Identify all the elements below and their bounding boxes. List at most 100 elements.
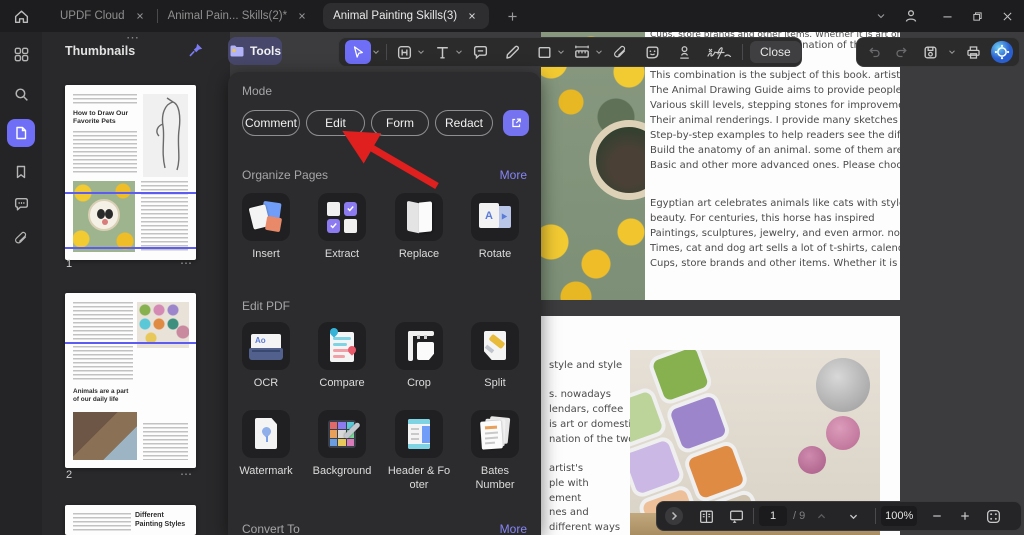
undo-button[interactable]	[862, 40, 886, 64]
text-tool-button[interactable]	[430, 40, 454, 64]
sidebar-item-thumbnails[interactable]	[7, 119, 35, 147]
highlight-tool-dropdown[interactable]	[416, 40, 426, 64]
shape-tool-dropdown[interactable]	[556, 40, 566, 64]
sidebar-item-comments[interactable]	[7, 190, 35, 218]
collapse-bar-button[interactable]	[662, 504, 686, 528]
tab-updf-cloud[interactable]: UPDF Cloud	[60, 9, 147, 23]
rectangle-icon	[536, 44, 553, 61]
page-layout-button[interactable]	[694, 504, 718, 528]
tool-rotate[interactable]: A	[471, 193, 519, 241]
tab-animal-skills-2[interactable]: Animal Pain... Skills(2)*	[168, 9, 310, 23]
tab-close-icon[interactable]	[133, 9, 147, 23]
pdf-page-1[interactable]: Cups, store brands and other items. Whet…	[541, 32, 900, 300]
text-tool-dropdown[interactable]	[454, 40, 464, 64]
pin-icon[interactable]	[188, 42, 204, 58]
next-page-button[interactable]	[843, 504, 863, 528]
tool-split[interactable]	[471, 322, 519, 370]
bottombar-divider	[753, 508, 754, 524]
close-toolbar-button[interactable]: Close	[750, 41, 801, 63]
tool-background[interactable]	[318, 410, 366, 458]
tool-insert[interactable]	[242, 193, 290, 241]
page-navigation-bar: 1 / 9 100%	[656, 501, 1022, 531]
window-minimize-button[interactable]	[932, 1, 962, 31]
tool-watermark[interactable]	[242, 410, 290, 458]
tool-compare[interactable]	[318, 322, 366, 370]
home-button[interactable]	[6, 1, 36, 31]
sidebar-item-apps[interactable]	[7, 40, 35, 68]
thumbnail-page-1[interactable]: How to Draw Our Favorite Pets	[65, 85, 196, 260]
page1-paragraph-1: This combination is the subject of this …	[650, 68, 900, 173]
tab-close-icon[interactable]	[295, 9, 309, 23]
fit-screen-button[interactable]	[981, 504, 1005, 528]
mode-edit-button[interactable]: Edit	[306, 110, 365, 136]
select-tool-dropdown[interactable]	[371, 40, 381, 64]
convert-more-link[interactable]: More	[500, 522, 527, 535]
comment-tool-button[interactable]	[468, 40, 492, 64]
tool-extract[interactable]	[318, 193, 366, 241]
sidebar-item-attachments[interactable]	[7, 224, 35, 252]
thumb1-menu-button[interactable]: ⋯	[180, 256, 193, 270]
measure-tool-button[interactable]	[570, 40, 594, 64]
tool-bates-number[interactable]	[471, 410, 519, 458]
select-tool-button[interactable]	[345, 40, 371, 64]
sticker-icon	[644, 44, 661, 61]
page2-fragment: ement	[549, 493, 581, 504]
mode-redact-button[interactable]: Redact	[435, 110, 493, 136]
window-restore-button[interactable]	[962, 1, 992, 31]
presentation-button[interactable]	[724, 504, 748, 528]
page-number-input[interactable]: 1	[759, 506, 787, 526]
previous-page-button[interactable]	[811, 504, 831, 528]
thumb2-menu-button[interactable]: ⋯	[180, 467, 193, 481]
sidebar-item-bookmarks[interactable]	[7, 158, 35, 186]
measure-tool-dropdown[interactable]	[594, 40, 604, 64]
tab-animal-skills-3[interactable]: Animal Painting Skills(3)	[323, 3, 489, 29]
mode-form-button[interactable]: Form	[371, 110, 429, 136]
updf-window: Cups, store brands and other items. Whet…	[0, 0, 1024, 535]
updf-ai-button[interactable]	[990, 40, 1014, 64]
tab-close-icon[interactable]	[465, 9, 479, 23]
new-tab-button[interactable]	[497, 1, 527, 31]
attach-tool-button[interactable]	[608, 40, 632, 64]
convert-to-label: Convert To	[242, 522, 300, 535]
split-icon	[471, 322, 519, 370]
thumbnail-page-3[interactable]: Different Painting Styles	[65, 505, 196, 535]
organize-more-link[interactable]: More	[500, 168, 527, 182]
save-dropdown[interactable]	[947, 40, 957, 64]
signature-tool-button[interactable]	[704, 40, 734, 64]
tool-replace[interactable]	[395, 193, 443, 241]
bates-number-icon	[471, 410, 519, 458]
highlight-tool-button[interactable]	[392, 40, 416, 64]
annotation-toolbar: Close	[338, 37, 802, 67]
zoom-level-input[interactable]: 100%	[881, 506, 917, 526]
stamp-tool-button[interactable]	[672, 40, 696, 64]
toolbar-divider	[742, 44, 743, 60]
redo-button[interactable]	[890, 40, 914, 64]
account-button[interactable]	[896, 1, 926, 31]
sidebar-item-search[interactable]	[7, 80, 35, 108]
zoom-out-button[interactable]	[925, 504, 949, 528]
page1-paragraph-2: Egyptian art celebrates animals like cat…	[650, 196, 900, 271]
search-icon	[13, 86, 30, 103]
page1-viewport-rect[interactable]	[65, 192, 196, 249]
tool-bates-number-label: Bates Number	[457, 465, 533, 493]
tool-replace-label: Replace	[381, 248, 457, 262]
zoom-in-button[interactable]	[953, 504, 977, 528]
window-close-button[interactable]	[992, 1, 1022, 31]
save-icon	[922, 44, 939, 61]
two-page-view-icon	[698, 508, 715, 525]
pop-out-button[interactable]	[503, 110, 529, 136]
tool-crop[interactable]	[395, 322, 443, 370]
pen-tool-button[interactable]	[500, 40, 524, 64]
titlebar-dropdown-button[interactable]	[866, 1, 896, 31]
thumbnail-page-2[interactable]: Animals are a part of our daily life	[65, 293, 196, 468]
sticker-tool-button[interactable]	[640, 40, 664, 64]
print-button[interactable]	[962, 40, 986, 64]
tool-ocr[interactable]: Ao	[242, 322, 290, 370]
tab-divider	[157, 9, 158, 23]
shape-tool-button[interactable]	[532, 40, 556, 64]
tools-button[interactable]: Tools	[228, 37, 282, 65]
mode-comment-button[interactable]: Comment	[242, 110, 300, 136]
page2-viewport-rect[interactable]	[65, 293, 196, 344]
tool-header-footer[interactable]	[395, 410, 443, 458]
save-button[interactable]	[919, 40, 943, 64]
